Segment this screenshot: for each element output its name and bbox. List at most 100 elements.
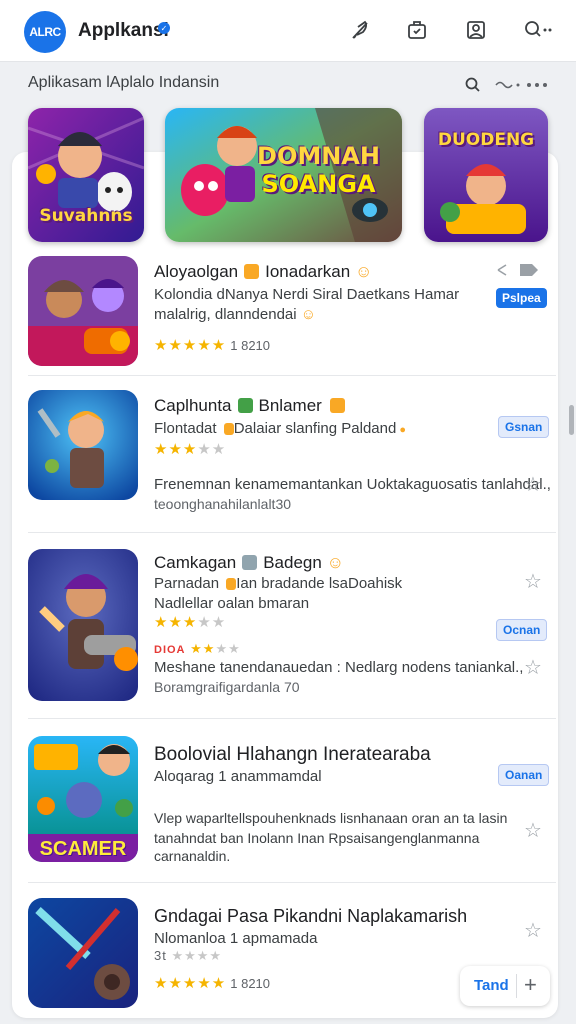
favorite-star-icon[interactable]: ☆ [524,569,542,594]
app-3-desc1: Meshane tanendanauedan : Nedlarg nodens … [154,659,524,676]
scrollbar-thumb[interactable] [569,405,574,435]
favorite-star-icon[interactable]: ☆ [524,918,542,943]
app-2-line1-wrap: Flontadat Dalaiar slanfing Paldand ● [154,420,406,437]
app-2-icon [28,390,138,500]
app-2-emoji-icon [329,398,345,413]
app-3-line1-icon [226,578,237,590]
app-3-title-suffix: Badegn [263,553,322,572]
app-2-title-suffix: Bnlamer [258,396,322,415]
app-5-art [28,898,138,1008]
app-3-status-pill[interactable]: Ocnan [496,619,548,641]
app-2-stars-empty: ★★ [197,441,227,458]
app-5-stars-full: ★★★★★ [154,975,227,992]
share-tag-icon[interactable] [494,260,540,280]
app-3-line1-rest: Ian bradande lsaDoahisk [236,575,403,592]
app-1-line2-emoji-icon: ☺ [300,306,317,323]
app-4-desc1: Vlep waparltellspouhenknads lisnhanaan o… [154,810,508,826]
feather-icon[interactable] [348,18,372,42]
app-2-title-wrap: Caplhunta Bnlamer [154,396,345,416]
featured-banner-3[interactable]: DUODENG [424,108,548,242]
app-3-title: Camkagan [154,553,237,572]
app-3-mini-stars: ★★ [190,641,216,656]
app-3-line2: Nadlellar oalan bmaran [154,595,310,612]
favorite-star-icon[interactable]: ☆ [524,472,542,497]
app-1-stars-full: ★★★★★ [154,337,227,354]
app-3-mini-stars-empty: ★★ [215,641,241,656]
app-2-stars-full: ★★★ [154,441,198,458]
app-3-stars-empty: ★★ [197,614,227,631]
app-2-status-pill[interactable]: Gsnan [498,416,550,438]
app-5-icon [28,898,138,1008]
app-4-icon-label-static: SCAMER [39,838,127,860]
app-5-line1: Nlomanloa 1 apmamada [154,930,318,947]
banner-3-title: DUODENG [437,130,535,150]
more-dots-icon[interactable] [524,76,550,94]
app-2-line1-rest: Dalaiar slanfing Paldand [233,420,397,437]
app-header: ALRC Applkansi ✓ [0,0,576,62]
banner-1-title: Suvahnns [39,206,133,226]
verified-icon: ✓ [158,22,170,34]
favorite-star-icon[interactable]: ☆ [524,655,542,680]
app-5-title: Gndagai Pasa Pikandni Naplakamarish [154,906,468,926]
add-icon[interactable]: + [524,972,537,998]
search-icon[interactable] [464,76,482,94]
app-3-stars: ★★★★★ [154,613,226,631]
app-3-desc2: Boramgraifigardanla 70 [154,679,300,695]
install-fab[interactable]: Tand + [460,966,550,1006]
banner-2-title-line2: SOANGA [261,170,376,198]
voice-icon[interactable] [492,76,524,94]
app-3-emoji-icon: ☺ [326,553,344,572]
search-more-icon[interactable] [522,18,556,42]
featured-banner-2[interactable]: DOMNAH SOANGA [165,108,402,242]
app-3-title-wrap: Camkagan Badegn ☺ [154,553,344,573]
app-3-line1: Parnadan [154,575,220,592]
app-5-stars: ★★★★★ 1 8210 [154,974,270,992]
app-2-desc2: teoonghanahilanlalt30 [154,496,292,512]
app-3-stars-full: ★★★ [154,614,198,631]
featured-banner-1[interactable]: Suvahnns [28,108,144,242]
app-1-line2: malalrig, dlanndendai [154,306,297,323]
row-divider [28,882,556,883]
app-5-mini-stars-empty: ★★★★ [171,948,223,963]
app-4-title: Boolovial Hlahangn Ineratearaba [154,744,431,765]
briefcase-icon[interactable] [405,18,429,42]
app-5-rating: 1 8210 [230,976,271,991]
app-2-title: Caplhunta [154,396,232,415]
app-4-status-pill[interactable]: Oanan [498,764,550,786]
app-1-emoji-icon: ☺ [354,262,373,281]
app-2-stars: ★★★★★ [154,440,226,458]
logo-text: ALRC [29,25,61,39]
app-4-desc2: tanahndat ban Inolann Inan Rpsaisangengl… [154,830,480,846]
section-title: Aplikasam lAplalo Indansin [28,74,220,91]
image-frame-icon[interactable] [464,18,488,42]
app-4-line1: Aloqarag 1 anammamdal [154,768,322,785]
favorite-star-icon[interactable]: ☆ [524,818,542,843]
app-3-line1-wrap: Parnadan Ian bradande lsaDoahisk [154,575,402,592]
app-3-badge-icon [242,555,258,570]
app-2-desc1: Frenemnan kenamemantankan Uoktakaguosati… [154,476,551,493]
app-title: Applkansi [78,20,169,41]
app-logo[interactable]: ALRC [24,11,66,53]
app-1-badge-icon [244,264,260,279]
app-1-title: Aloyaolgan [154,262,239,281]
install-button[interactable]: Tand [474,977,509,994]
app-3-icon [28,549,138,701]
app-1-status-pill[interactable]: Pslpea [496,288,547,308]
app-2-badge-icon [237,398,253,413]
banner-2-title-line1: DOMNAH [257,142,380,170]
row-divider [28,532,556,533]
app-3-art [28,549,138,701]
app-1-stars: ★★★★★ 1 8210 [154,336,270,354]
app-3-mini-rating: DIOA ★★★★ [154,641,241,657]
app-2-art [28,390,138,500]
banner-art-3 [424,108,548,242]
app-1-line1: Kolondia dNanya Nerdi Siral Daetkans Ham… [154,286,460,303]
fab-divider [516,974,517,998]
app-5-line2: 3t [154,948,167,963]
app-4-desc3: carnanaldin. [154,848,231,864]
row-divider [28,375,556,376]
row-divider [28,718,556,719]
app-1-rating: 1 8210 [230,338,271,353]
app-1-title-wrap: Aloyaolgan Ionadarkan ☺ [154,262,372,282]
app-5-mini-rating: 3t ★★★★ [154,948,222,964]
